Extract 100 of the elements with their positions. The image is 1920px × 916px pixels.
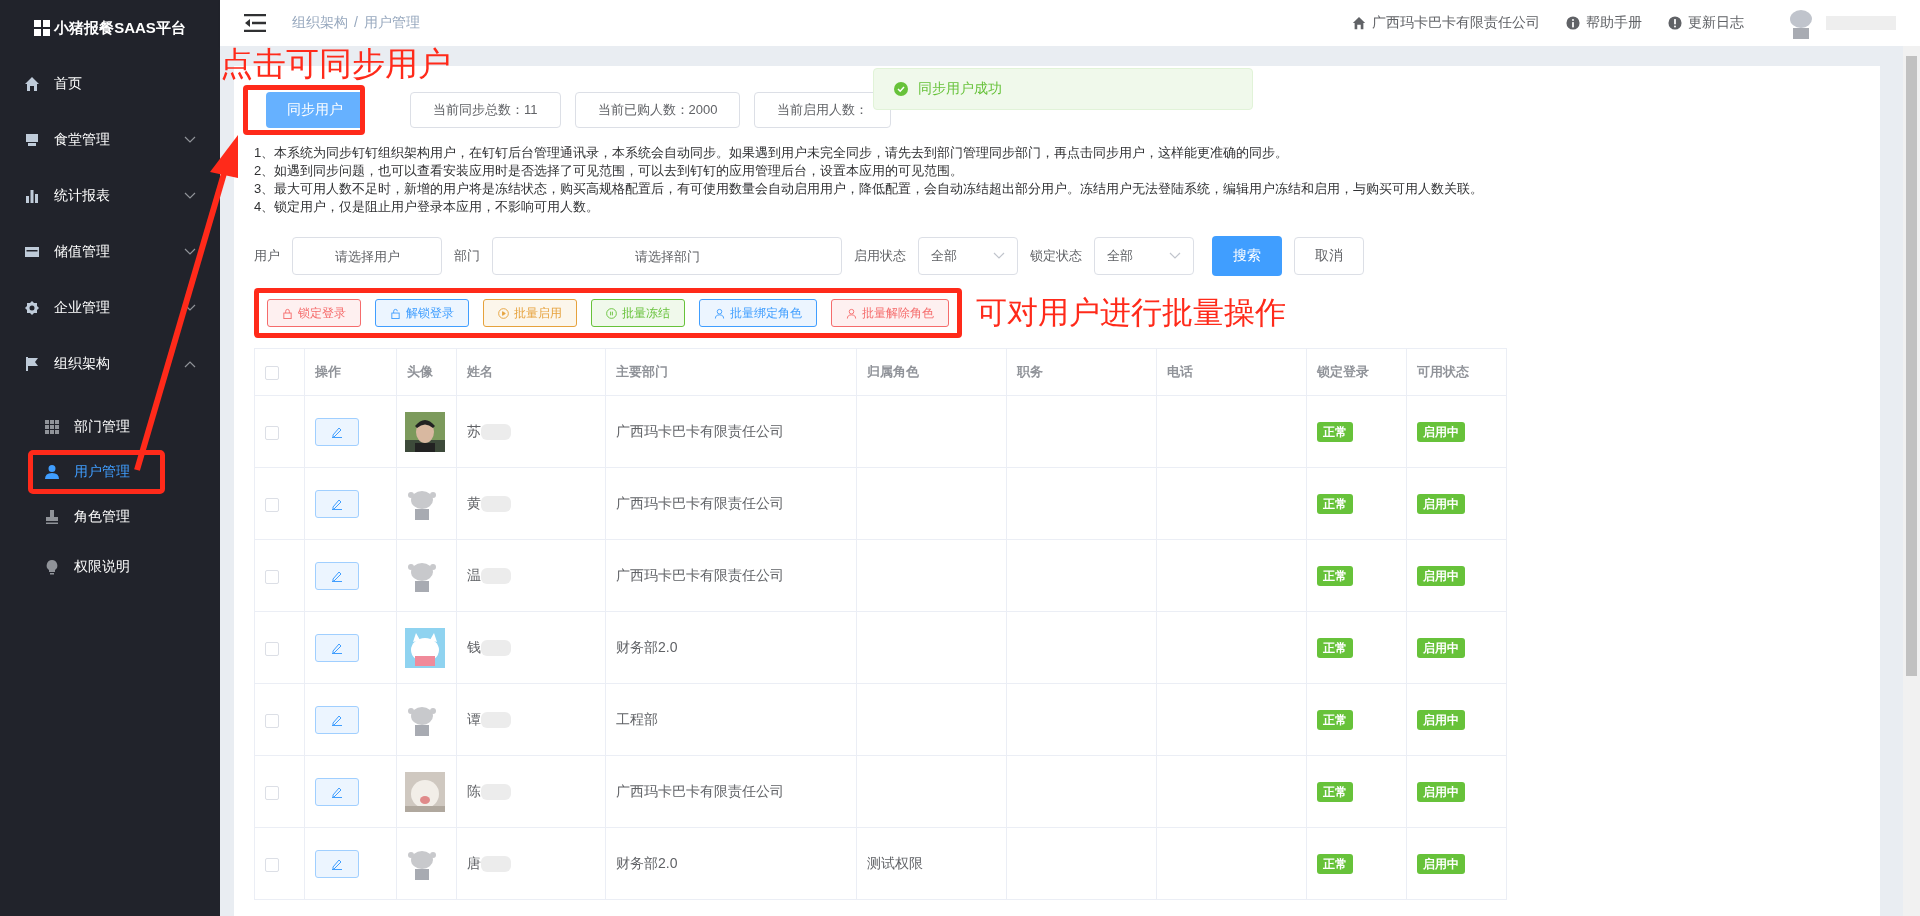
select-field[interactable]: 全部 <box>1094 237 1194 275</box>
sidebar-item[interactable]: 食堂管理 <box>0 112 220 168</box>
checkbox[interactable] <box>265 641 279 656</box>
chevron-down-icon <box>1169 252 1181 260</box>
grid-icon <box>44 419 60 435</box>
status-tag: 启用中 <box>1417 709 1465 730</box>
play-icon <box>498 307 509 319</box>
note-text: 2、如遇到同步问题，也可以查看安装应用时是否选择了可见范围，可以去到钉钉的应用管理后台，设置本应用的可见范围。 <box>254 162 965 180</box>
home-icon <box>24 76 40 92</box>
checkbox[interactable] <box>265 497 279 512</box>
filter-label: 启用状态 <box>854 247 906 265</box>
status-tag: 启用中 <box>1417 637 1465 658</box>
cancel-button[interactable]: 取消 <box>1294 237 1364 275</box>
table-cell: 测试权限 <box>867 854 923 871</box>
sidebar-item[interactable]: 企业管理 <box>0 280 220 336</box>
edit-button[interactable] <box>315 489 359 518</box>
pencil-icon <box>331 641 343 654</box>
sidebar-label: 用户管理 <box>74 463 130 481</box>
stat-box: 当前同步总数：11 <box>410 92 561 128</box>
filter-label: 部门 <box>454 247 480 265</box>
flag-icon <box>24 356 40 372</box>
annotation-text: 点击可同步用户 <box>220 44 451 84</box>
sidebar-subitem[interactable]: 角色管理 <box>0 492 220 542</box>
status-tag: 启用中 <box>1417 493 1465 514</box>
table-cell: 广西玛卡巴卡有限责任公司 <box>616 782 784 799</box>
stamp-icon <box>44 509 60 525</box>
sidebar-label: 组织架构 <box>54 355 111 373</box>
column-header: 操作 <box>315 364 341 379</box>
name-text: 钱 <box>467 638 481 655</box>
status-tag: 正常 <box>1317 565 1353 586</box>
status-tag: 正常 <box>1317 709 1353 730</box>
edit-button[interactable] <box>315 777 359 806</box>
note-text: 3、最大可用人数不足时，新增的用户将是冻结状态，购买高规格配置后，有可使用数量会自动启用用户，降低配置，会自动冻结超出部分用户。冻结用户无法登陆系统，编辑用户冻结和启用，与购买可用人数关联。 <box>254 180 1485 198</box>
name-text: 苏 <box>467 422 481 439</box>
lock-icon <box>282 307 293 319</box>
checkbox[interactable] <box>265 569 279 584</box>
table-cell: 广西玛卡巴卡有限责任公司 <box>616 494 784 511</box>
status-tag: 正常 <box>1317 493 1353 514</box>
sidebar-label: 储值管理 <box>54 243 111 261</box>
sidebar-item[interactable]: 首页 <box>0 56 220 112</box>
filter-label: 锁定状态 <box>1030 247 1082 265</box>
status-tag: 正常 <box>1317 421 1353 442</box>
pencil-icon <box>331 497 343 510</box>
sidebar-subitem[interactable]: 权限说明 <box>0 542 220 592</box>
status-tag: 正常 <box>1317 781 1353 802</box>
chevron-down-icon <box>993 252 1005 260</box>
input-field[interactable]: 请选择部门 <box>492 237 842 275</box>
table-cell: 广西玛卡巴卡有限责任公司 <box>616 422 784 439</box>
user-icon <box>44 464 60 480</box>
edit-button[interactable] <box>315 705 359 734</box>
status-tag: 启用中 <box>1417 565 1465 586</box>
column-header: 姓名 <box>467 364 493 379</box>
column-header: 可用状态 <box>1417 364 1469 379</box>
stat-box: 当前已购人数：2000 <box>574 92 741 128</box>
checkbox[interactable] <box>265 425 279 440</box>
checkbox[interactable] <box>265 713 279 728</box>
user-icon <box>846 307 857 319</box>
unlock-icon <box>390 307 401 319</box>
sidebar-item[interactable]: 储值管理 <box>0 224 220 280</box>
sidebar-subitem[interactable]: 用户管理 <box>30 452 163 492</box>
name-text: 谭 <box>467 710 481 727</box>
select-field[interactable]: 全部 <box>918 237 1018 275</box>
edit-button[interactable] <box>315 561 359 590</box>
app-title: 小猪报餐SAAS平台 <box>54 18 186 38</box>
checkbox[interactable] <box>265 857 279 872</box>
edit-button[interactable] <box>315 417 359 446</box>
status-tag: 正常 <box>1317 853 1353 874</box>
sidebar-item[interactable]: 统计报表 <box>0 168 220 224</box>
scrollbar[interactable] <box>1903 46 1920 916</box>
name-text: 黄 <box>467 494 481 511</box>
pause-icon <box>606 307 617 319</box>
alert-icon <box>1668 16 1682 30</box>
sidebar-item[interactable]: 组织架构 <box>0 336 220 392</box>
checkbox[interactable] <box>265 785 279 800</box>
shop-icon <box>24 132 40 148</box>
menu-icon[interactable] <box>244 14 266 32</box>
header-link[interactable]: 帮助手册 <box>1566 14 1642 32</box>
info-icon <box>1566 16 1580 30</box>
sidebar-subitem[interactable]: 部门管理 <box>0 402 220 452</box>
gear-icon <box>24 300 40 316</box>
name-text: 温 <box>467 566 481 583</box>
edit-button[interactable] <box>315 849 359 878</box>
checkbox[interactable] <box>265 365 279 380</box>
table-cell: 财务部2.0 <box>616 638 678 655</box>
status-tag: 启用中 <box>1417 781 1465 802</box>
name-text: 唐 <box>467 854 481 871</box>
status-tag: 正常 <box>1317 637 1353 658</box>
header-link[interactable]: 更新日志 <box>1668 14 1744 32</box>
status-tag: 启用中 <box>1417 421 1465 442</box>
input-field[interactable]: 请选择用户 <box>292 237 442 275</box>
header-link[interactable]: 广西玛卡巴卡有限责任公司 <box>1352 14 1540 32</box>
status-tag: 启用中 <box>1417 853 1465 874</box>
chart-icon <box>24 188 40 204</box>
user-icon <box>714 307 725 319</box>
pencil-icon <box>331 785 343 798</box>
edit-button[interactable] <box>315 633 359 662</box>
name-text: 陈 <box>467 782 481 799</box>
column-header: 电话 <box>1167 364 1193 379</box>
sidebar-label: 部门管理 <box>74 418 130 436</box>
logo-icon <box>34 20 51 36</box>
